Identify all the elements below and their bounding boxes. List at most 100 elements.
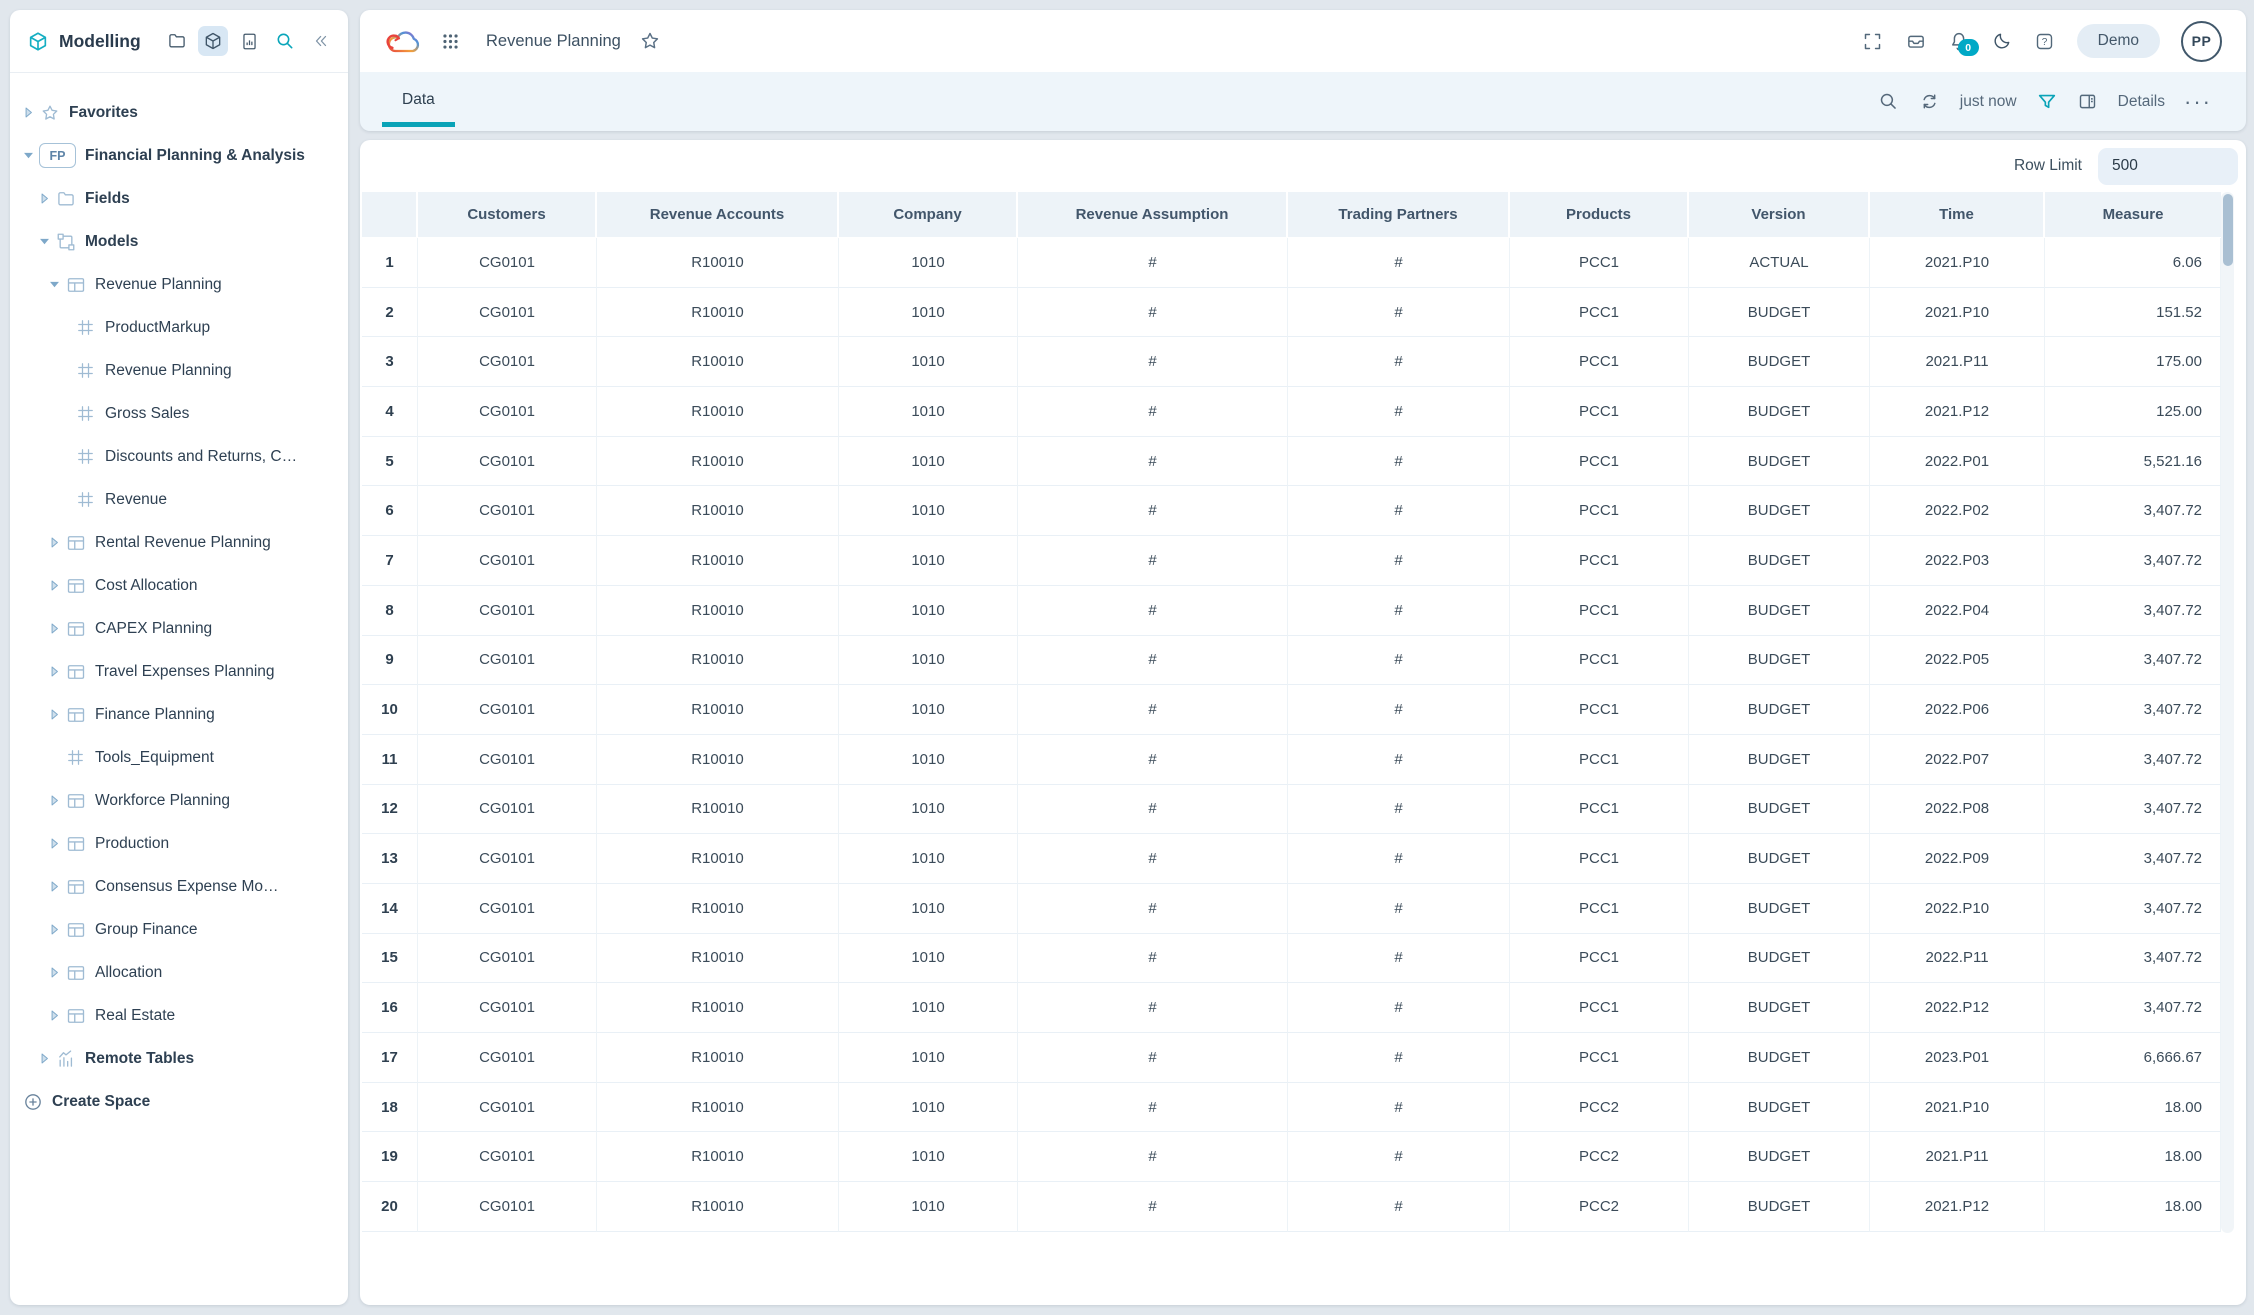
tree-item-revenue[interactable]: Revenue bbox=[10, 478, 348, 521]
expand-arrow-right-icon[interactable] bbox=[48, 966, 65, 979]
row-number[interactable]: 17 bbox=[362, 1033, 418, 1083]
cell-measure[interactable]: 175.00 bbox=[2045, 337, 2221, 387]
cell-customers[interactable]: CG0101 bbox=[418, 1033, 597, 1083]
row-number[interactable]: 16 bbox=[362, 983, 418, 1033]
cell-trading-partners[interactable]: # bbox=[1288, 437, 1510, 487]
cell-version[interactable]: BUDGET bbox=[1689, 437, 1870, 487]
cell-time[interactable]: 2022.P05 bbox=[1870, 636, 2045, 686]
cell-trading-partners[interactable]: # bbox=[1288, 337, 1510, 387]
cell-company[interactable]: 1010 bbox=[839, 735, 1018, 785]
cell-products[interactable]: PCC1 bbox=[1510, 983, 1689, 1033]
row-number[interactable]: 7 bbox=[362, 536, 418, 586]
cell-trading-partners[interactable]: # bbox=[1288, 288, 1510, 338]
cell-revenue-accounts[interactable]: R10010 bbox=[597, 536, 839, 586]
cell-customers[interactable]: CG0101 bbox=[418, 1182, 597, 1232]
cell-company[interactable]: 1010 bbox=[839, 238, 1018, 288]
expand-arrow-down-icon[interactable] bbox=[38, 235, 55, 248]
fullscreen-icon[interactable] bbox=[1862, 30, 1884, 52]
cell-time[interactable]: 2022.P11 bbox=[1870, 934, 2045, 984]
cell-time[interactable]: 2021.P10 bbox=[1870, 1083, 2045, 1133]
row-number[interactable]: 18 bbox=[362, 1083, 418, 1133]
cell-trading-partners[interactable]: # bbox=[1288, 1033, 1510, 1083]
cell-revenue-assumption[interactable]: # bbox=[1018, 636, 1288, 686]
row-number[interactable]: 8 bbox=[362, 586, 418, 636]
cell-measure[interactable]: 3,407.72 bbox=[2045, 934, 2221, 984]
cell-version[interactable]: BUDGET bbox=[1689, 288, 1870, 338]
cell-time[interactable]: 2022.P04 bbox=[1870, 586, 2045, 636]
tree-item-revenue-planning[interactable]: Revenue Planning bbox=[10, 349, 348, 392]
cell-trading-partners[interactable]: # bbox=[1288, 785, 1510, 835]
column-header-version[interactable]: Version bbox=[1689, 192, 1870, 238]
cell-revenue-assumption[interactable]: # bbox=[1018, 586, 1288, 636]
expand-arrow-right-icon[interactable] bbox=[48, 622, 65, 635]
refresh-status[interactable]: just now bbox=[1960, 93, 2017, 111]
cell-products[interactable]: PCC1 bbox=[1510, 785, 1689, 835]
expand-arrow-right-icon[interactable] bbox=[48, 880, 65, 893]
tree-item-rental-revenue-planning[interactable]: Rental Revenue Planning bbox=[10, 521, 348, 564]
details-panel-icon[interactable] bbox=[2077, 91, 2099, 113]
cell-company[interactable]: 1010 bbox=[839, 387, 1018, 437]
table-search-icon[interactable] bbox=[1878, 91, 1900, 113]
cell-customers[interactable]: CG0101 bbox=[418, 586, 597, 636]
cell-time[interactable]: 2022.P10 bbox=[1870, 884, 2045, 934]
row-number[interactable]: 11 bbox=[362, 735, 418, 785]
cell-trading-partners[interactable]: # bbox=[1288, 735, 1510, 785]
folder-icon[interactable] bbox=[162, 26, 192, 56]
cell-products[interactable]: PCC1 bbox=[1510, 337, 1689, 387]
cell-time[interactable]: 2023.P01 bbox=[1870, 1033, 2045, 1083]
cell-version[interactable]: BUDGET bbox=[1689, 337, 1870, 387]
cell-measure[interactable]: 3,407.72 bbox=[2045, 685, 2221, 735]
tree-item-productmarkup[interactable]: ProductMarkup bbox=[10, 306, 348, 349]
demo-badge[interactable]: Demo bbox=[2077, 24, 2160, 58]
cell-company[interactable]: 1010 bbox=[839, 934, 1018, 984]
report-icon[interactable] bbox=[234, 26, 264, 56]
tree-item-remote-tables[interactable]: Remote Tables bbox=[10, 1037, 348, 1080]
cell-customers[interactable]: CG0101 bbox=[418, 288, 597, 338]
cell-company[interactable]: 1010 bbox=[839, 636, 1018, 686]
cell-products[interactable]: PCC1 bbox=[1510, 486, 1689, 536]
cell-measure[interactable]: 3,407.72 bbox=[2045, 983, 2221, 1033]
cell-trading-partners[interactable]: # bbox=[1288, 486, 1510, 536]
cell-time[interactable]: 2021.P12 bbox=[1870, 387, 2045, 437]
cell-customers[interactable]: CG0101 bbox=[418, 337, 597, 387]
expand-arrow-right-icon[interactable] bbox=[48, 1009, 65, 1022]
cell-version[interactable]: BUDGET bbox=[1689, 884, 1870, 934]
cell-products[interactable]: PCC1 bbox=[1510, 685, 1689, 735]
tree-item-workforce-planning[interactable]: Workforce Planning bbox=[10, 779, 348, 822]
cell-products[interactable]: PCC1 bbox=[1510, 586, 1689, 636]
cell-measure[interactable]: 18.00 bbox=[2045, 1132, 2221, 1182]
cell-products[interactable]: PCC1 bbox=[1510, 834, 1689, 884]
expand-arrow-right-icon[interactable] bbox=[48, 794, 65, 807]
cell-customers[interactable]: CG0101 bbox=[418, 983, 597, 1033]
tree-item-gross-sales[interactable]: Gross Sales bbox=[10, 392, 348, 435]
cell-customers[interactable]: CG0101 bbox=[418, 636, 597, 686]
expand-arrow-right-icon[interactable] bbox=[48, 579, 65, 592]
cell-version[interactable]: BUDGET bbox=[1689, 934, 1870, 984]
cell-trading-partners[interactable]: # bbox=[1288, 387, 1510, 437]
notifications-bell-icon[interactable]: 0 bbox=[1948, 30, 1970, 52]
cell-revenue-assumption[interactable]: # bbox=[1018, 437, 1288, 487]
cell-measure[interactable]: 5,521.16 bbox=[2045, 437, 2221, 487]
cell-version[interactable]: BUDGET bbox=[1689, 486, 1870, 536]
cell-time[interactable]: 2022.P12 bbox=[1870, 983, 2045, 1033]
favorite-star-icon[interactable] bbox=[639, 30, 661, 52]
tree-item-tools-equipment[interactable]: Tools_Equipment bbox=[10, 736, 348, 779]
cell-products[interactable]: PCC1 bbox=[1510, 636, 1689, 686]
cell-customers[interactable]: CG0101 bbox=[418, 437, 597, 487]
cell-version[interactable]: BUDGET bbox=[1689, 785, 1870, 835]
cell-version[interactable]: BUDGET bbox=[1689, 983, 1870, 1033]
cell-version[interactable]: BUDGET bbox=[1689, 1033, 1870, 1083]
cell-company[interactable]: 1010 bbox=[839, 1083, 1018, 1133]
cell-revenue-accounts[interactable]: R10010 bbox=[597, 387, 839, 437]
cell-measure[interactable]: 3,407.72 bbox=[2045, 586, 2221, 636]
cell-version[interactable]: BUDGET bbox=[1689, 536, 1870, 586]
tree-item-finance-planning[interactable]: Finance Planning bbox=[10, 693, 348, 736]
cell-measure[interactable]: 18.00 bbox=[2045, 1182, 2221, 1232]
cell-version[interactable]: BUDGET bbox=[1689, 685, 1870, 735]
cell-time[interactable]: 2021.P10 bbox=[1870, 238, 2045, 288]
cell-trading-partners[interactable]: # bbox=[1288, 636, 1510, 686]
cell-time[interactable]: 2022.P07 bbox=[1870, 735, 2045, 785]
row-number[interactable]: 15 bbox=[362, 934, 418, 984]
cell-products[interactable]: PCC1 bbox=[1510, 437, 1689, 487]
cell-version[interactable]: BUDGET bbox=[1689, 586, 1870, 636]
